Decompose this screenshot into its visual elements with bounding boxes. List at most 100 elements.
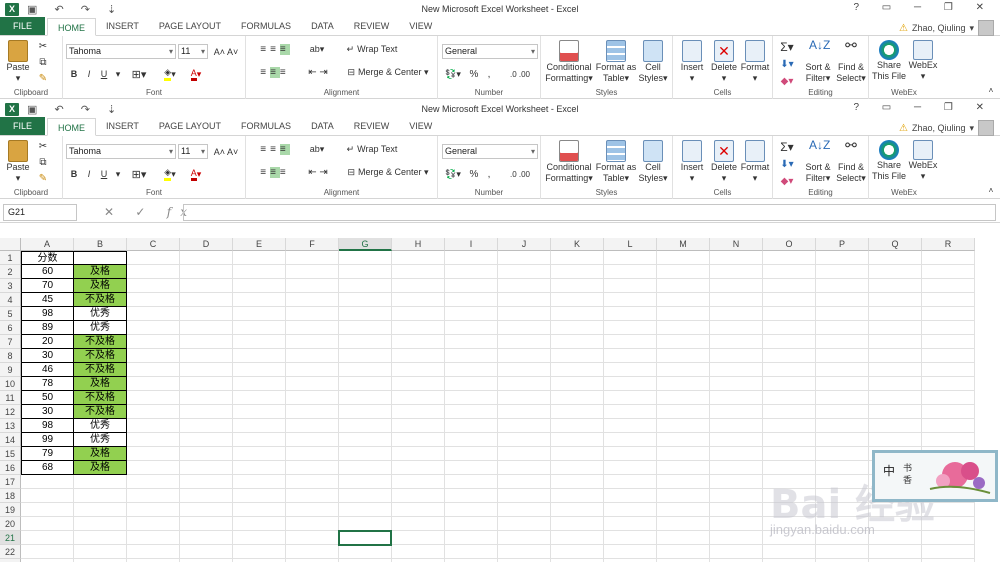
- row-header[interactable]: 18: [0, 489, 21, 503]
- cell-f5[interactable]: [286, 307, 339, 321]
- cell-i8[interactable]: [445, 349, 498, 363]
- active-cell-selection[interactable]: [338, 530, 392, 546]
- cell-g8[interactable]: [339, 349, 392, 363]
- cell-o1[interactable]: [763, 251, 816, 265]
- percent-button[interactable]: %: [468, 67, 480, 81]
- cell-b15[interactable]: 及格: [74, 447, 127, 461]
- cell-e4[interactable]: [233, 293, 286, 307]
- cell-p22[interactable]: [816, 545, 869, 559]
- cell-g14[interactable]: [339, 433, 392, 447]
- cell-n12[interactable]: [710, 405, 763, 419]
- bold-button[interactable]: B: [68, 67, 80, 81]
- cell-m8[interactable]: [657, 349, 710, 363]
- cell-k9[interactable]: [551, 363, 604, 377]
- cell-q6[interactable]: [869, 321, 922, 335]
- cell-i17[interactable]: [445, 475, 498, 489]
- cell-n4[interactable]: [710, 293, 763, 307]
- cell-l4[interactable]: [604, 293, 657, 307]
- chevron-down-icon[interactable]: ▾: [113, 67, 123, 81]
- cell-b22[interactable]: [74, 545, 127, 559]
- column-header-j[interactable]: J: [498, 238, 551, 251]
- font-color-icon[interactable]: A ▾: [185, 67, 207, 81]
- cell-r22[interactable]: [922, 545, 975, 559]
- cell-i19[interactable]: [445, 503, 498, 517]
- cell-q12[interactable]: [869, 405, 922, 419]
- cell-q2[interactable]: [869, 265, 922, 279]
- cell-a13[interactable]: 98: [21, 419, 74, 433]
- indent-icons[interactable]: ⇤ ⇥: [304, 165, 332, 179]
- cell-h6[interactable]: [392, 321, 445, 335]
- cell-g5[interactable]: [339, 307, 392, 321]
- cell-b14[interactable]: 优秀: [74, 433, 127, 447]
- cell-j18[interactable]: [498, 489, 551, 503]
- cell-n6[interactable]: [710, 321, 763, 335]
- autosum-icon[interactable]: Σ▾: [777, 140, 797, 154]
- cell-i18[interactable]: [445, 489, 498, 503]
- cell-p3[interactable]: [816, 279, 869, 293]
- cell-a8[interactable]: 30: [21, 349, 74, 363]
- cell-a16[interactable]: 68: [21, 461, 74, 475]
- cell-b9[interactable]: 不及格: [74, 363, 127, 377]
- cell-h20[interactable]: [392, 517, 445, 531]
- tab-view[interactable]: VIEW: [399, 17, 442, 35]
- underline-button[interactable]: U: [98, 167, 110, 181]
- cell-j9[interactable]: [498, 363, 551, 377]
- cell-o12[interactable]: [763, 405, 816, 419]
- cell-n7[interactable]: [710, 335, 763, 349]
- cell-d2[interactable]: [180, 265, 233, 279]
- cell-m13[interactable]: [657, 419, 710, 433]
- row-header[interactable]: 6: [0, 321, 21, 335]
- copy-icon[interactable]: ⧉: [36, 56, 50, 68]
- tab-review[interactable]: REVIEW: [344, 117, 400, 135]
- cell-f12[interactable]: [286, 405, 339, 419]
- horizontal-align-icons[interactable]: ≡ ≡ ≡: [250, 165, 300, 179]
- column-header-l[interactable]: L: [604, 238, 657, 251]
- cell-g3[interactable]: [339, 279, 392, 293]
- insert-cells-button[interactable]: Insert ▾: [676, 40, 708, 84]
- cell-d1[interactable]: [180, 251, 233, 265]
- cell-a3[interactable]: 70: [21, 279, 74, 293]
- cell-h16[interactable]: [392, 461, 445, 475]
- cell-q11[interactable]: [869, 391, 922, 405]
- cell-d10[interactable]: [180, 377, 233, 391]
- column-header-o[interactable]: O: [763, 238, 816, 251]
- sort-filter-button[interactable]: A↓Z Sort & Filter▾: [801, 139, 835, 184]
- cell-e11[interactable]: [233, 391, 286, 405]
- tab-file[interactable]: FILE: [0, 117, 46, 135]
- cell-k12[interactable]: [551, 405, 604, 419]
- cell-g9[interactable]: [339, 363, 392, 377]
- cell-m15[interactable]: [657, 447, 710, 461]
- cell-f17[interactable]: [286, 475, 339, 489]
- cell-h12[interactable]: [392, 405, 445, 419]
- cell-c9[interactable]: [127, 363, 180, 377]
- cell-h18[interactable]: [392, 489, 445, 503]
- cell-b18[interactable]: [74, 489, 127, 503]
- select-all-corner[interactable]: [0, 238, 21, 251]
- cell-n8[interactable]: [710, 349, 763, 363]
- cell-l8[interactable]: [604, 349, 657, 363]
- cell-k16[interactable]: [551, 461, 604, 475]
- webex-button[interactable]: WebEx ▾: [907, 40, 939, 82]
- cell-l17[interactable]: [604, 475, 657, 489]
- cell-e16[interactable]: [233, 461, 286, 475]
- cell-m16[interactable]: [657, 461, 710, 475]
- row-header[interactable]: 14: [0, 433, 21, 447]
- cell-e3[interactable]: [233, 279, 286, 293]
- cell-b4[interactable]: 不及格: [74, 293, 127, 307]
- cell-e13[interactable]: [233, 419, 286, 433]
- currency-icon[interactable]: 💱▾: [442, 167, 464, 181]
- cell-h4[interactable]: [392, 293, 445, 307]
- cell-g7[interactable]: [339, 335, 392, 349]
- cell-b12[interactable]: 不及格: [74, 405, 127, 419]
- cell-k20[interactable]: [551, 517, 604, 531]
- merge-center-button[interactable]: ⊟ Merge & Center ▾: [342, 65, 434, 79]
- column-header-d[interactable]: D: [180, 238, 233, 251]
- cell-c10[interactable]: [127, 377, 180, 391]
- cell-f7[interactable]: [286, 335, 339, 349]
- cell-k2[interactable]: [551, 265, 604, 279]
- cell-a1[interactable]: 分数: [21, 251, 74, 265]
- name-box[interactable]: G21: [3, 204, 77, 221]
- cell-b20[interactable]: [74, 517, 127, 531]
- cell-n10[interactable]: [710, 377, 763, 391]
- cell-m3[interactable]: [657, 279, 710, 293]
